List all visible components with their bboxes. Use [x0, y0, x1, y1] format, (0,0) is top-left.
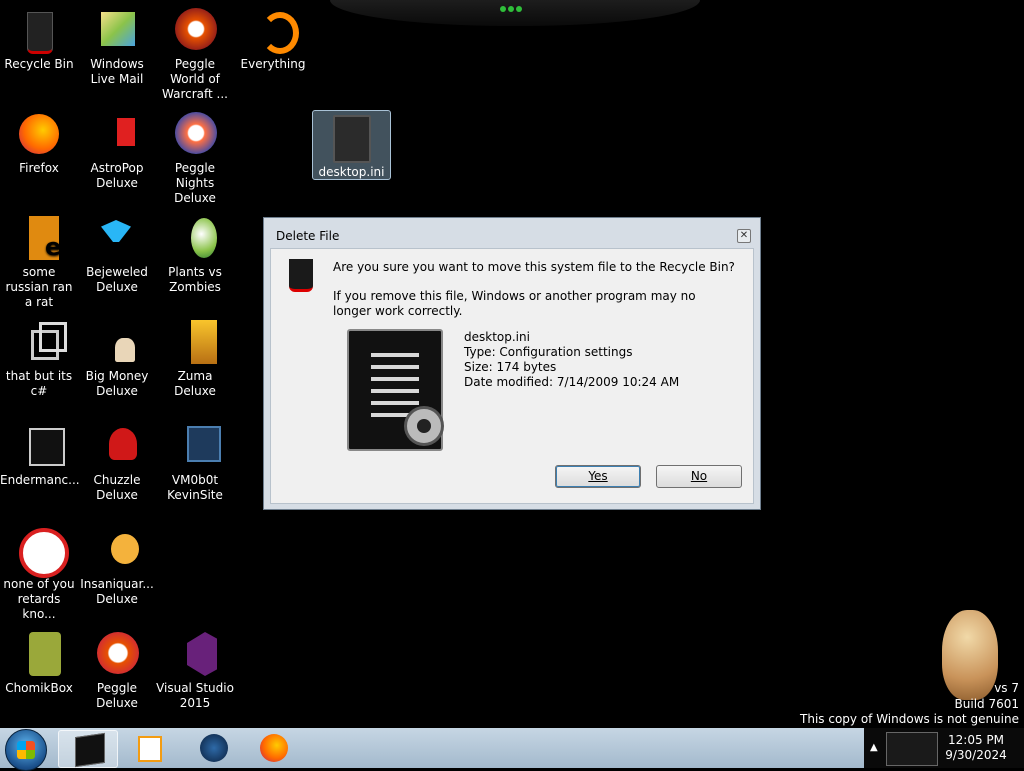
- visual-studio-icon: [171, 630, 219, 678]
- taskbar-item-browser[interactable]: [184, 730, 242, 766]
- clock-time: 12:05 PM: [948, 733, 1004, 747]
- file-info: desktop.ini Type: Configuration settings…: [464, 330, 679, 390]
- file-date-modified: Date modified: 7/14/2009 10:24 AM: [464, 375, 680, 389]
- status-dot: [508, 6, 514, 12]
- desktop-icon-insaniquarium[interactable]: Insaniquar... Deluxe: [78, 520, 156, 607]
- taskbar: ▲ 12:05 PM 9/30/2024: [0, 728, 1024, 771]
- enderman-icon: [15, 422, 65, 470]
- desktop-icon-chuzzle[interactable]: Chuzzle Deluxe: [78, 416, 156, 503]
- dialog-title: Delete File: [276, 229, 340, 243]
- firefox-icon: [15, 110, 63, 158]
- file-manager-icon: [75, 732, 105, 768]
- none-of-you-icon: [15, 526, 69, 578]
- dialog-titlebar[interactable]: Delete File ✕: [264, 218, 760, 248]
- desktop-icon-enderman[interactable]: Endermanc...: [0, 416, 80, 488]
- peggle-deluxe-icon: [93, 630, 141, 678]
- taskbar-item-firefox[interactable]: [244, 730, 302, 766]
- desktop-icon-peggle-deluxe[interactable]: Peggle Deluxe: [78, 624, 156, 711]
- file-type: Type: Configuration settings: [464, 345, 633, 359]
- close-icon[interactable]: ✕: [737, 229, 751, 243]
- recycle-bin-icon: [15, 6, 63, 54]
- gear-icon: [404, 406, 444, 446]
- dialog-warning: If you remove this file, Windows or anot…: [333, 289, 696, 318]
- media-player-icon: [138, 736, 162, 762]
- config-file-icon: [332, 115, 371, 163]
- desktop-icon-desktop-ini[interactable]: desktop.ini: [312, 110, 391, 180]
- desktop-icon-everything[interactable]: Everything: [234, 0, 312, 72]
- desktop-icon-windows-live-mail[interactable]: Windows Live Mail: [78, 0, 156, 87]
- delete-file-dialog: Delete File ✕ Are you sure you want to m…: [263, 217, 761, 510]
- peggle-wow-icon: [171, 6, 219, 54]
- russian-rat-icon: e: [15, 214, 63, 262]
- clock[interactable]: 12:05 PM 9/30/2024: [936, 733, 1016, 763]
- not-genuine-notice: This copy of Windows is not genuine: [800, 712, 1019, 726]
- peggle-nights-icon: [171, 110, 219, 158]
- desktop-icon-chomikbox[interactable]: ChomikBox: [0, 624, 78, 696]
- recycle-bin-icon: [287, 257, 315, 293]
- big-money-icon: [93, 318, 141, 366]
- firefox-icon: [260, 734, 288, 762]
- astropop-icon: [93, 110, 141, 158]
- dialog-question: Are you sure you want to move this syste…: [333, 260, 735, 274]
- config-file-icon: [347, 329, 444, 451]
- plants-vs-zombies-icon: [171, 214, 219, 262]
- desktop-icon-big-money[interactable]: Big Money Deluxe: [78, 312, 156, 399]
- start-button[interactable]: [5, 729, 47, 771]
- desktop-icon-plants-vs-zombies[interactable]: Plants vs Zombies: [156, 208, 234, 295]
- desktop-icon-visual-studio[interactable]: Visual Studio 2015: [156, 624, 234, 711]
- file-size: Size: 174 bytes: [464, 360, 557, 374]
- build-watermark: vs 7 Build 7601: [954, 681, 1019, 711]
- clock-date: 9/30/2024: [945, 748, 1007, 762]
- desktop-icon-recycle-bin[interactable]: Recycle Bin: [0, 0, 78, 72]
- status-dot: [500, 6, 506, 12]
- top-gadget-bar: [330, 0, 700, 26]
- desktop-icon-firefox[interactable]: Firefox: [0, 104, 78, 176]
- desktop-icon-astropop[interactable]: AstroPop Deluxe: [78, 104, 156, 191]
- desktop-icon-zuma[interactable]: Zuma Deluxe: [156, 312, 234, 399]
- file-name: desktop.ini: [464, 330, 530, 344]
- no-button[interactable]: No: [656, 465, 742, 488]
- system-tray: ▲ 12:05 PM 9/30/2024: [864, 728, 1024, 768]
- desktop-icon-peggle-wow[interactable]: Peggle World of Warcraft ...: [156, 0, 234, 102]
- windows-live-mail-icon: [93, 6, 141, 54]
- csharp-icon: [15, 318, 67, 366]
- taskbar-item-file-manager[interactable]: [58, 730, 118, 768]
- browser-icon: [200, 734, 228, 762]
- yes-button[interactable]: Yes: [555, 465, 641, 488]
- desktop-icon-peggle-nights[interactable]: Peggle Nights Deluxe: [156, 104, 234, 206]
- network-icon[interactable]: [886, 732, 938, 766]
- windows-logo-icon: [17, 741, 35, 759]
- insaniquarium-icon: [93, 526, 141, 574]
- chuzzle-icon: [93, 422, 141, 470]
- everything-icon: [249, 6, 299, 54]
- desktop-icon-vm0b0t[interactable]: VM0b0t KevinSite: [156, 416, 234, 503]
- dialog-body: Are you sure you want to move this syste…: [270, 248, 754, 504]
- status-dot: [516, 6, 522, 12]
- chomikbox-icon: [15, 630, 63, 678]
- vm0b0t-icon: [171, 422, 221, 470]
- zuma-icon: [171, 318, 219, 366]
- desktop-icon-none-of-you[interactable]: none of you retards kno...: [0, 520, 78, 622]
- desktop-icon-bejeweled[interactable]: Bejeweled Deluxe: [78, 208, 156, 295]
- taskbar-item-media-player[interactable]: [118, 730, 176, 766]
- desktop-icon-russian-rat[interactable]: e some russian ran a rat: [0, 208, 78, 310]
- bejeweled-icon: [93, 214, 141, 262]
- show-hidden-icons-icon[interactable]: ▲: [870, 742, 878, 753]
- desktop-icon-csharp[interactable]: that but its c#: [0, 312, 78, 399]
